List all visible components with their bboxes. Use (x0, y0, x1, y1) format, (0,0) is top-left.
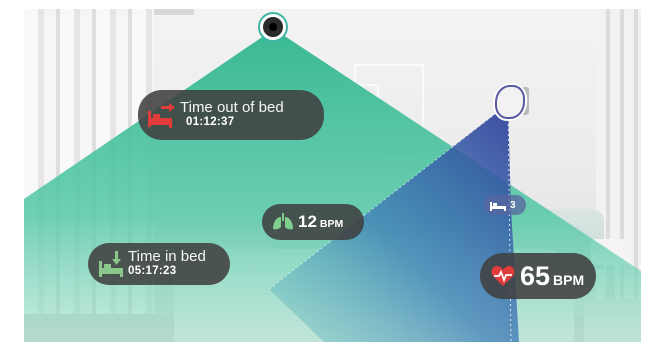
breathing-rate-unit: BPM (319, 218, 344, 230)
time-in-bed-label: Time in bed (128, 247, 206, 265)
wall-sensor (495, 85, 525, 119)
heart-pulse-icon (490, 263, 516, 289)
occupancy-value: 3 (510, 199, 516, 211)
time-in-bed-badge: Time in bed 05:17:23 (88, 243, 230, 285)
time-in-bed-value: 05:17:23 (128, 265, 177, 278)
bed-arrow-out-icon (144, 98, 178, 132)
heart-rate-badge: 65 BPM (480, 253, 596, 299)
time-out-of-bed-badge: Time out of bed 01:12:37 (138, 90, 324, 140)
heart-rate-value: 65 (520, 260, 551, 291)
breathing-rate-badge: 12 BPM (262, 204, 364, 240)
bed-icon (490, 199, 506, 211)
bed-arrow-in-icon (96, 248, 126, 280)
time-out-of-bed-value: 01:12:37 (186, 116, 235, 129)
occupancy-badge: 3 (484, 195, 526, 215)
heart-rate-unit: BPM (553, 272, 585, 288)
lungs-icon (272, 211, 294, 233)
time-out-of-bed-label: Time out of bed (180, 98, 284, 116)
breathing-rate-value: 12 (298, 212, 317, 231)
ceiling-sensor (260, 14, 286, 40)
